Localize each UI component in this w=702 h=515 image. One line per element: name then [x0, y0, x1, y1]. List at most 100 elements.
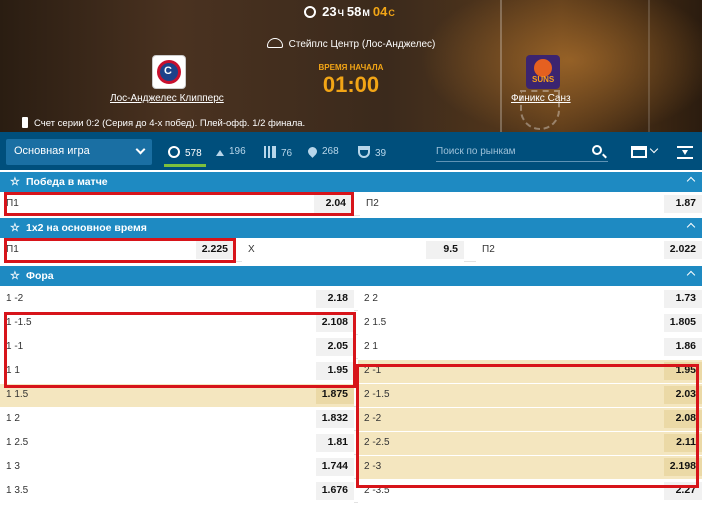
updown-icon [216, 150, 224, 156]
outcome-team1[interactable]: 1 3 1.744 [0, 456, 354, 479]
outcome-team2[interactable]: 2 -2 2.08 [358, 408, 702, 431]
odd-value[interactable]: 1.805 [663, 314, 702, 332]
outcome-label: 2 -2.5 [364, 437, 390, 448]
search-icon[interactable] [592, 145, 602, 155]
active-filter-indicator [164, 164, 206, 167]
section-header-1x2[interactable]: ☆ 1х2 на основное время [0, 218, 702, 238]
odd-value[interactable]: 2.225 [195, 241, 234, 259]
collapse-all-icon[interactable] [677, 146, 693, 159]
search-placeholder: Поиск по рынкам [436, 146, 516, 157]
odd-value[interactable]: 2.18 [316, 290, 354, 308]
odd-value[interactable]: 9.5 [426, 241, 464, 259]
outcome-team2[interactable]: 2 -2.5 2.11 [358, 432, 702, 455]
outcome-p1[interactable]: П1 2.04 [0, 193, 352, 216]
odd-value[interactable]: 2.11 [664, 434, 702, 452]
handicap-row: 1 -2 2.18 2 2 1.73 [0, 288, 702, 311]
outcome-label: 1 1.5 [6, 389, 29, 400]
outcome-p2[interactable]: П2 2.022 [476, 239, 702, 262]
odd-value[interactable]: 2.108 [315, 314, 354, 332]
filter-count: 39 [375, 148, 387, 159]
odd-value[interactable]: 1.676 [315, 482, 354, 500]
market-search-input[interactable]: Поиск по рынкам [436, 144, 608, 162]
outcome-team2[interactable]: 2 -1 1.95 [358, 360, 702, 383]
odd-value[interactable]: 1.87 [664, 195, 702, 213]
filter-count: 76 [281, 148, 293, 159]
odd-value[interactable]: 1.832 [315, 410, 354, 428]
odd-value[interactable]: 1.875 [315, 386, 354, 404]
info-icon [22, 117, 28, 128]
odd-value[interactable]: 2.03 [664, 386, 702, 404]
filter-popular[interactable]: 268 [306, 145, 339, 158]
handicap-row: 1 -1.5 2.108 2 1.5 1.805 [0, 312, 702, 335]
chevron-up-icon[interactable] [686, 270, 696, 280]
team1-link[interactable]: Лос-Анджелес Клипперс [110, 93, 224, 104]
outcome-team1[interactable]: 1 2 1.832 [0, 408, 354, 431]
odd-value[interactable]: 1.95 [664, 362, 702, 380]
outcome-label: Х [248, 244, 255, 255]
odd-value[interactable]: 2.05 [316, 338, 354, 356]
handicap-row: 1 3 1.744 2 -3 2.198 [0, 456, 702, 479]
outcome-team2[interactable]: 2 -3 2.198 [358, 456, 702, 479]
clippers-logo: C [152, 55, 186, 89]
series-info-text: Счет серии 0:2 (Серия до 4-х побед). Пле… [34, 118, 306, 129]
outcome-team2[interactable]: 2 -3.5 2.27 [358, 480, 702, 503]
outcome-team1[interactable]: 1 -2 2.18 [0, 288, 354, 311]
timer-hours-unit: Ч [337, 8, 344, 18]
odd-value[interactable]: 2.198 [663, 458, 702, 476]
outcome-label: 1 -1.5 [6, 317, 32, 328]
odd-value[interactable]: 2.27 [664, 482, 702, 500]
market-row: П1 2.04 П2 1.87 [0, 193, 702, 216]
outcome-label: П2 [366, 198, 379, 209]
fire-icon [306, 145, 319, 158]
outcome-team2[interactable]: 2 1 1.86 [358, 336, 702, 359]
timer-seconds: 04 [372, 4, 388, 19]
odd-value[interactable]: 2.022 [663, 241, 702, 259]
outcome-team1[interactable]: 1 1.5 1.875 [0, 384, 354, 407]
section-header-handicap[interactable]: ☆ Фора [0, 266, 702, 286]
outcome-team1[interactable]: 1 -1.5 2.108 [0, 312, 354, 335]
timer-minutes-unit: М [362, 8, 370, 18]
outcome-team2[interactable]: 2 1.5 1.805 [358, 312, 702, 335]
outcome-team1[interactable]: 1 3.5 1.676 [0, 480, 354, 503]
star-icon[interactable]: ☆ [10, 175, 20, 188]
star-icon[interactable]: ☆ [10, 221, 20, 234]
suns-logo: SUNS [526, 55, 560, 89]
outcome-p2[interactable]: П2 1.87 [360, 193, 702, 216]
odd-value[interactable]: 1.73 [664, 290, 702, 308]
section-title: Победа в матче [26, 176, 108, 188]
layout-icon[interactable] [631, 146, 647, 158]
odd-value[interactable]: 2.04 [314, 195, 352, 213]
filter-count: 578 [185, 148, 202, 159]
odd-value[interactable]: 1.81 [316, 434, 354, 452]
outcome-team1[interactable]: 1 2.5 1.81 [0, 432, 354, 455]
timer-minutes: 58 [346, 4, 362, 19]
filter-handicap[interactable]: 196 [216, 146, 246, 157]
filter-all[interactable]: 578 [164, 146, 206, 167]
arena-icon [266, 38, 283, 48]
star-icon[interactable]: ☆ [10, 269, 20, 282]
handicap-row: 1 2.5 1.81 2 -2.5 2.11 [0, 432, 702, 455]
filter-outcomes[interactable]: 39 [358, 146, 386, 159]
odd-value[interactable]: 1.86 [664, 338, 702, 356]
chevron-up-icon[interactable] [686, 222, 696, 232]
timer-hours: 23 [322, 4, 337, 19]
game-period-select[interactable]: Основная игра [6, 139, 152, 165]
outcome-team1[interactable]: 1 1 1.95 [0, 360, 354, 383]
handicap-row: 1 1.5 1.875 2 -1.5 2.03 [0, 384, 702, 407]
section-header-match-winner[interactable]: ☆ Победа в матче [0, 172, 702, 192]
outcome-label: 2 1.5 [364, 317, 387, 328]
outcome-label: 1 1 [6, 365, 20, 376]
odd-value[interactable]: 2.08 [664, 410, 702, 428]
outcome-team2[interactable]: 2 2 1.73 [358, 288, 702, 311]
target-icon [168, 146, 180, 158]
outcome-label: 1 2 [6, 413, 20, 424]
outcome-x[interactable]: Х 9.5 [242, 239, 464, 262]
chevron-up-icon[interactable] [686, 176, 696, 186]
odd-value[interactable]: 1.95 [316, 362, 354, 380]
outcome-p1[interactable]: П1 2.225 [0, 239, 234, 262]
filter-stats[interactable]: 76 [264, 146, 292, 159]
outcome-team1[interactable]: 1 -1 2.05 [0, 336, 354, 359]
team2-link[interactable]: Финикс Санз [511, 93, 571, 104]
odd-value[interactable]: 1.744 [315, 458, 354, 476]
outcome-team2[interactable]: 2 -1.5 2.03 [358, 384, 702, 407]
